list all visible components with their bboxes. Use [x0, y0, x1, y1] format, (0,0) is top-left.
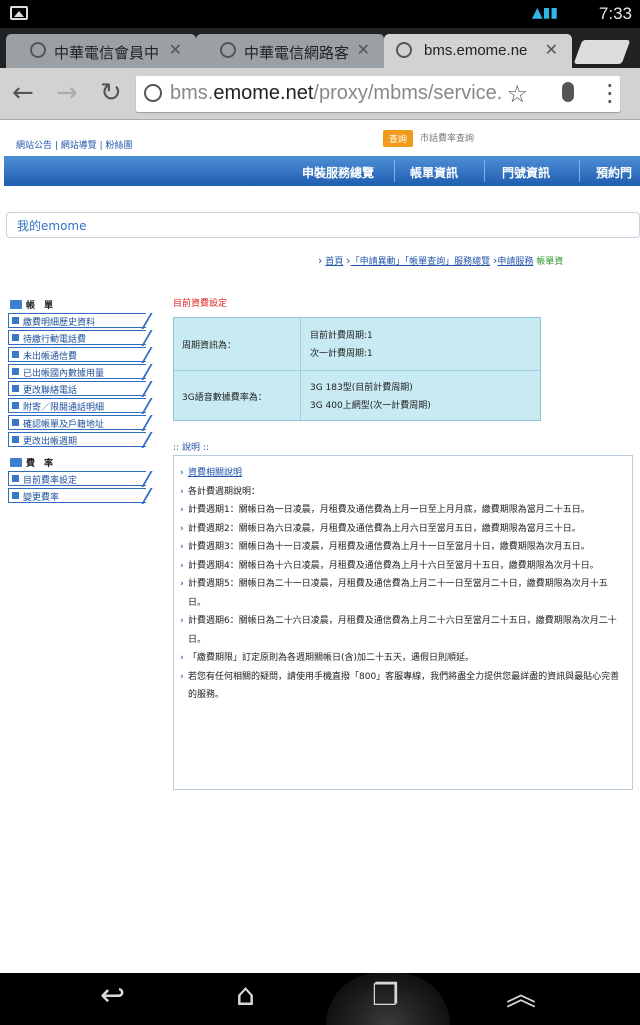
nav-service-overview[interactable]: 申裝服務總覽	[302, 164, 374, 181]
system-nav-bar: ↩ ⌂ ❐ ︽	[0, 973, 640, 1025]
folder-icon	[10, 300, 22, 309]
close-tab-icon[interactable]: ✕	[357, 40, 370, 60]
my-emome-bar[interactable]: 我的emome	[6, 212, 640, 238]
rate-next: 3G 400上網型(次一計費周期)	[310, 401, 431, 411]
bill-menu-title: 帳 單	[10, 298, 53, 311]
tab-title: 中華電信會員中	[54, 45, 160, 62]
breadcrumb: › 首頁 ›「申請異動」「帳單查詢」服務總覽 ›申請服務 帳單資	[318, 254, 564, 267]
description-item: 計費週期5：關帳日為二十一日凌晨，月租費及通信費為上月二十一日至當月二十日，繳費…	[180, 575, 624, 612]
menu-item-pending-mobile-bill[interactable]: 待繳行動電話費	[8, 330, 146, 345]
description-item: 「繳費期限」訂定原則為各週期關帳日(含)加二十五天，遇假日則順延。	[180, 649, 624, 668]
description-title: :: 說明 ::	[173, 443, 209, 453]
description-item: 各計費週期說明：	[180, 483, 624, 502]
new-tab-button[interactable]	[573, 40, 631, 64]
top-links[interactable]: 網站公告 | 網站導覽 | 粉絲團	[16, 138, 133, 151]
description-item: 計費週期3：關帳日為十一日凌晨，月租費及通信費為上月十一日至當月十日，繳費期限為…	[180, 538, 624, 557]
tab-title: 中華電信網路客	[244, 45, 350, 62]
menu-chevron-icon[interactable]: ︽	[506, 981, 536, 1011]
breadcrumb-apply[interactable]: 「申請異動」「帳單查詢」服務總覽	[351, 257, 491, 267]
description-item: 計費週期6：關帳日為二十六日凌晨，月租費及通信費為上月二十六日至當月二十五日，繳…	[180, 612, 624, 649]
description-item: 計費週期1：關帳日為一日凌晨，月租費及通信費為上月一日至上月月底，繳費期限為當月…	[180, 501, 624, 520]
menu-item-current-rate[interactable]: 目前費率設定	[8, 471, 146, 486]
period-next: 次一計費周期:1	[310, 349, 373, 359]
page-info-icon[interactable]	[144, 84, 162, 102]
breadcrumb-service[interactable]: 申請服務	[497, 257, 533, 267]
browser-toolbar: ← → ↻ bms.emome.net/proxy/mbms/service. …	[0, 68, 640, 120]
menu-item-call-details[interactable]: 附寄／限閱通話明細	[8, 398, 146, 413]
breadcrumb-current: 帳單資	[536, 257, 564, 267]
tab-strip: 中華電信會員中 ✕ 中華電信網路客 ✕ bms.emome.ne ✕	[0, 28, 640, 68]
folder-icon	[10, 458, 22, 467]
description-item: 計費週期2：關帳日為六日凌晨，月租費及通信費為上月六日至當月五日，繳費期限為當月…	[180, 520, 624, 539]
clock: 7:33	[598, 4, 632, 23]
address-bar[interactable]: bms.emome.net/proxy/mbms/service. ☆ · · ·	[136, 74, 620, 114]
site-nav-bar: 申裝服務總覽 帳單資訊 門號資訊 預約門	[4, 156, 640, 186]
forward-arrow-icon[interactable]: →	[56, 80, 78, 106]
breadcrumb-home[interactable]: 首頁	[325, 257, 343, 267]
globe-icon	[396, 42, 412, 58]
browser-tab-3-active[interactable]: bms.emome.ne ✕	[384, 34, 572, 68]
description-item: 若您有任何相關的疑問，請使用手機直撥「800」客服專線，我們將盡全力提供您最詳盡…	[180, 668, 624, 705]
menu-item-change-rate[interactable]: 變更費率	[8, 488, 146, 503]
url-text[interactable]: bms.emome.net/proxy/mbms/service.	[170, 82, 506, 105]
gallery-notification-icon	[10, 6, 28, 20]
rate-info-table: 周期資訊為： 目前計費周期:1 次一計費周期:1 3G語音數據費率為： 3G 1…	[173, 317, 541, 421]
menu-item-payment-history[interactable]: 繳費明細歷史資料	[8, 313, 146, 328]
back-arrow-icon[interactable]: ←	[12, 80, 34, 106]
description-item: 計費週期4：關帳日為十六日凌晨，月租費及通信費為上月十六日至當月十五日，繳費期限…	[180, 557, 624, 576]
menu-item-change-billing-cycle[interactable]: 更改出帳週期	[8, 432, 146, 447]
status-bar: ▲▮▮ 7:33	[0, 0, 640, 28]
nav-reserve[interactable]: 預約門	[596, 164, 632, 181]
back-icon[interactable]: ↩	[100, 981, 125, 1011]
nav-bill-info[interactable]: 帳單資訊	[410, 164, 458, 181]
close-tab-icon[interactable]: ✕	[545, 40, 558, 60]
menu-item-change-contact-phone[interactable]: 更改聯絡電話	[8, 381, 146, 396]
description-box: 資費相關說明 各計費週期說明： 計費週期1：關帳日為一日凌晨，月租費及通信費為上…	[173, 455, 633, 790]
overflow-menu-icon[interactable]: · · ·	[606, 74, 614, 114]
home-icon[interactable]: ⌂	[236, 981, 255, 1011]
menu-item-unbilled-fees[interactable]: 未出帳通信費	[8, 347, 146, 362]
nav-number-info[interactable]: 門號資訊	[502, 164, 550, 181]
period-current: 目前計費周期:1	[310, 331, 373, 341]
rate-label: 3G語音數據費率為：	[182, 393, 267, 403]
wifi-signal-battery-icons: ▲▮▮	[531, 5, 558, 21]
close-tab-icon[interactable]: ✕	[169, 40, 182, 60]
recent-apps-icon[interactable]: ❐	[372, 981, 399, 1011]
rate-info-link[interactable]: 資費相關說明	[180, 464, 624, 483]
reload-icon[interactable]: ↻	[100, 80, 122, 106]
tab-title: bms.emome.ne	[424, 42, 528, 59]
section-title: 目前資費設定	[173, 299, 228, 309]
period-label: 周期資訊為：	[182, 341, 237, 351]
bookmark-star-icon[interactable]: ☆	[506, 80, 528, 108]
web-page: 網站公告 | 網站導覽 | 粉絲團 查詢 市話費率查詢 申裝服務總覽 帳單資訊 …	[0, 120, 640, 973]
search-label[interactable]: 市話費率查詢	[420, 131, 474, 144]
browser-tab-2[interactable]: 中華電信網路客 ✕	[196, 34, 384, 68]
menu-item-confirm-address[interactable]: 確認帳單及戶籍地址	[8, 415, 146, 430]
rate-menu-title: 費 率	[10, 456, 53, 469]
browser-tab-1[interactable]: 中華電信會員中 ✕	[6, 34, 196, 68]
menu-item-billed-data-usage[interactable]: 已出帳國內數據用量	[8, 364, 146, 379]
globe-icon	[30, 42, 46, 58]
microphone-icon[interactable]	[562, 82, 574, 102]
search-button[interactable]: 查詢	[383, 130, 414, 147]
rate-current: 3G 183型(目前計費周期)	[310, 383, 413, 393]
globe-icon	[220, 42, 236, 58]
